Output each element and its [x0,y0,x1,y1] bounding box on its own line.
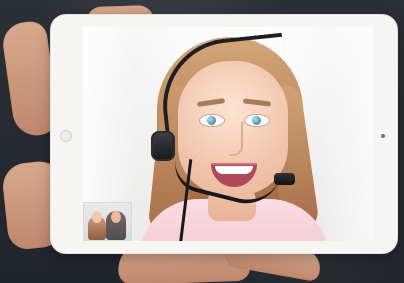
tablet-device [50,14,398,254]
headset-earpiece [151,131,175,161]
pip-face-left [92,211,102,223]
camera-icon [381,134,385,138]
video-call-screen [83,27,373,241]
picture-in-picture-icon [83,202,132,241]
headset-microphone [274,173,295,185]
home-button-icon [60,130,72,142]
video-call-scene [0,0,404,283]
pip-face-right [111,211,121,223]
